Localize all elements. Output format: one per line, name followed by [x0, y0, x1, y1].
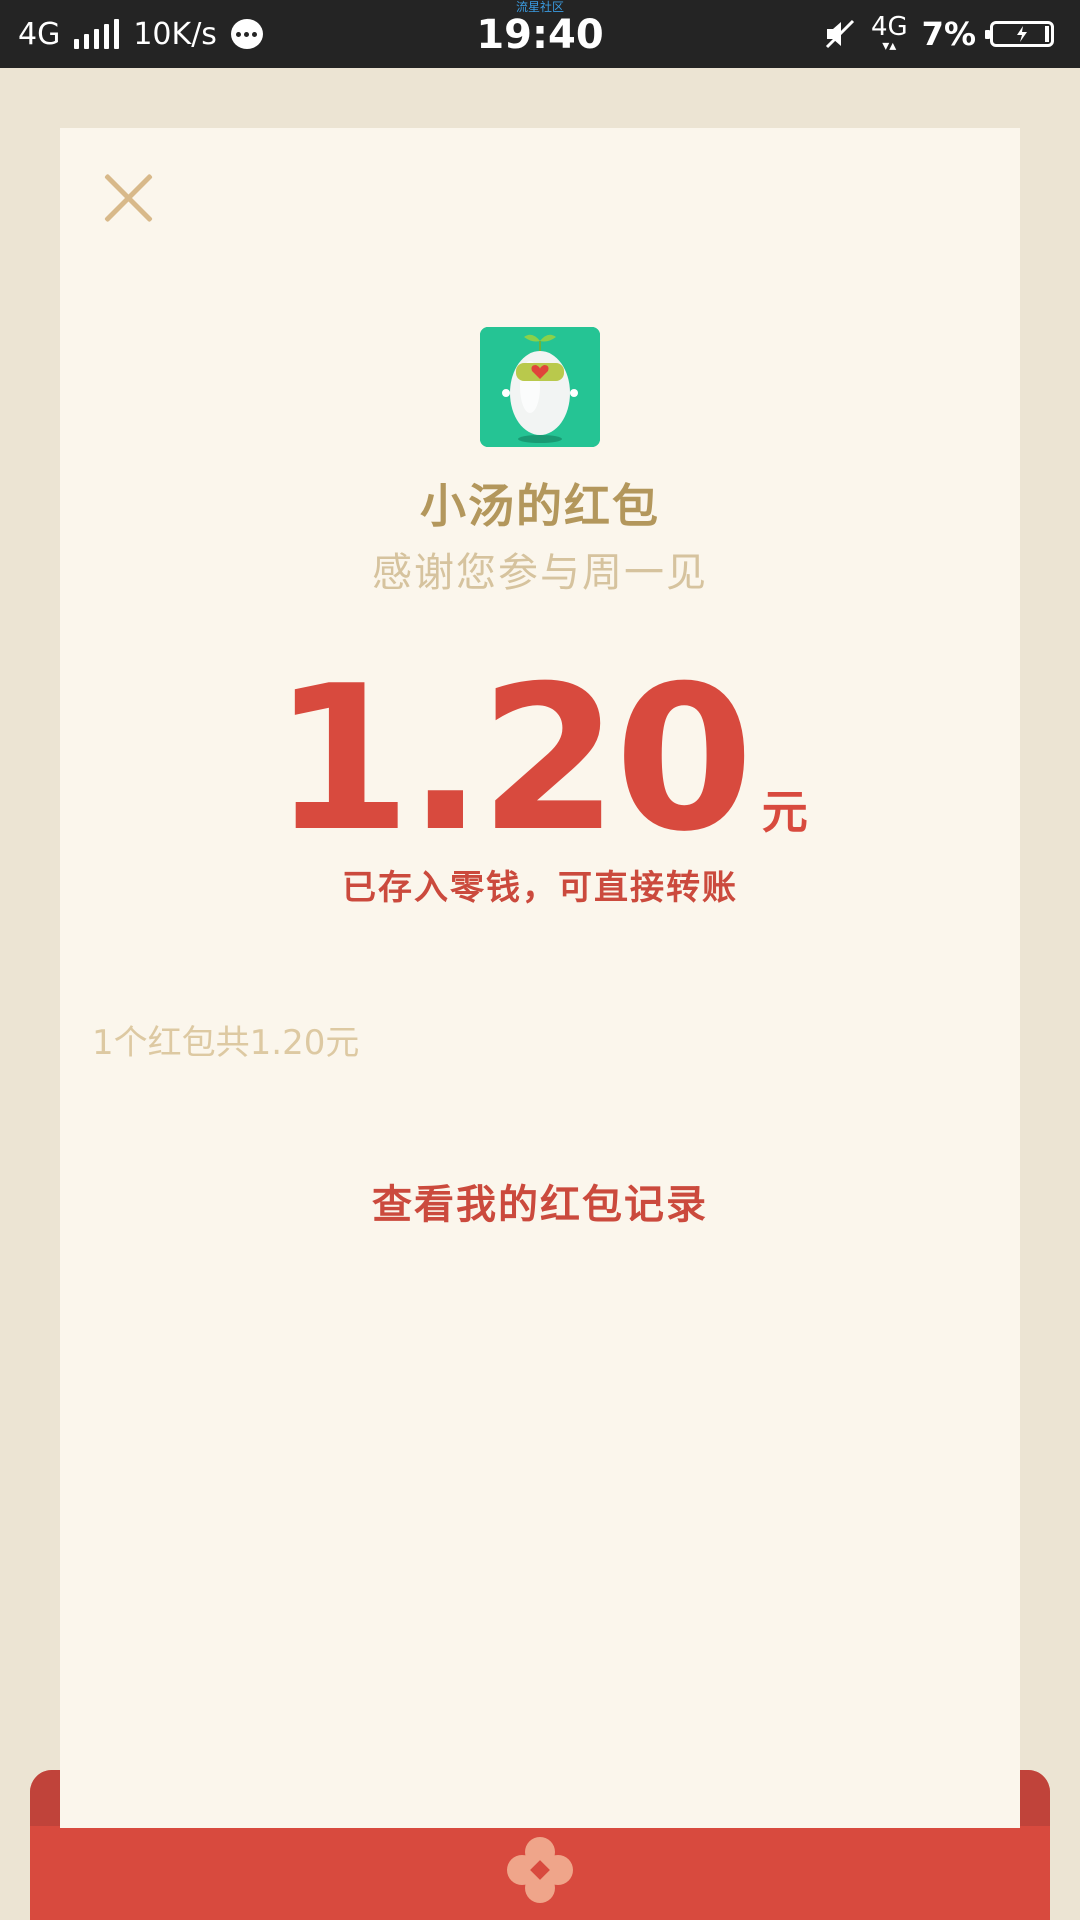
close-button[interactable] — [100, 170, 156, 226]
mute-icon — [825, 19, 855, 49]
mobile-data-indicator: 4G ▾▴ — [870, 12, 908, 54]
data-arrows-icon: ▾▴ — [882, 38, 897, 54]
sender-name: 小汤的红包 — [420, 479, 660, 533]
battery-percent: 7% — [921, 15, 976, 53]
envelope-edge-left — [30, 1770, 60, 1826]
flower-icon — [507, 1837, 573, 1903]
charging-bolt-icon — [1017, 26, 1027, 42]
network-type-right: 4G — [870, 12, 908, 42]
view-records-link[interactable]: 查看我的红包记录 — [0, 1172, 1080, 1230]
amount-display: 1.20 元 — [0, 660, 1080, 860]
sender-avatar — [480, 327, 600, 447]
amount-unit: 元 — [761, 785, 808, 839]
status-right: 4G ▾▴ 7% — [823, 12, 1054, 56]
saved-to-wallet-note: 已存入零钱，可直接转账 — [342, 868, 738, 908]
greeting-message: 感谢您参与周一见 — [372, 550, 708, 596]
envelope-edge-right — [1020, 1770, 1050, 1826]
battery-icon — [985, 21, 1054, 47]
carrier-label: 流星社区 — [515, 0, 564, 14]
status-bar: 4G 10K/s 流星社区 19:40 4G ▾▴ 7% — [0, 0, 1080, 68]
app-avatar-icon — [480, 327, 600, 447]
amount-value: 1.20 — [272, 643, 753, 876]
battery-level — [1045, 26, 1049, 42]
packet-summary: 1个红包共1.20元 — [92, 1023, 360, 1063]
card-zigzag-edge — [60, 1815, 1020, 1827]
